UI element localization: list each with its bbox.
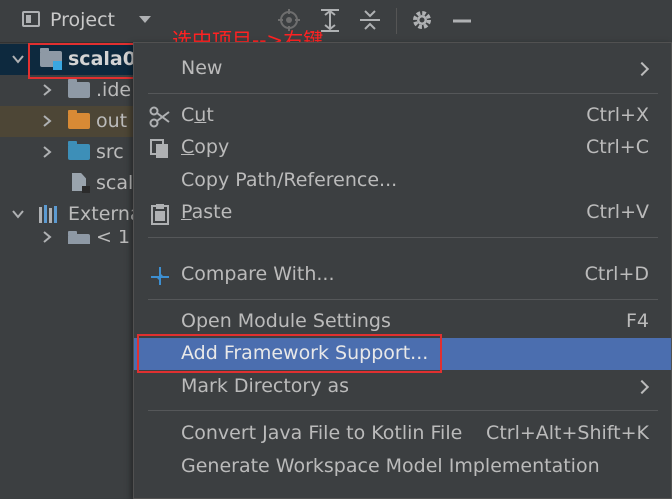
menu-shortcut: Ctrl+V <box>586 201 649 223</box>
menu-item-label: Compare With... <box>181 263 335 285</box>
menu-shortcut: Ctrl+D <box>584 263 649 285</box>
menu-item-mark-directory[interactable]: Mark Directory as <box>134 371 671 403</box>
scissors-icon <box>149 106 170 128</box>
menu-separator <box>148 93 658 94</box>
chevron-down-icon[interactable] <box>139 16 151 23</box>
folder-icon <box>68 231 90 244</box>
chevron-right-icon <box>634 61 650 77</box>
gear-icon[interactable] <box>410 8 434 32</box>
menu-item-cut[interactable]: Cut Ctrl+X <box>134 100 671 132</box>
menu-shortcut: Ctrl+Alt+Shift+K <box>486 422 649 444</box>
clipboard-icon <box>151 204 169 225</box>
menu-shortcut: Ctrl+X <box>586 104 649 126</box>
minimize-icon[interactable] <box>450 8 474 32</box>
menu-item-label: Convert Java File to Kotlin File <box>181 422 463 444</box>
menu-item-label: Generate Workspace Model Implementation <box>181 455 600 477</box>
menu-item-copy-path[interactable]: Copy Path/Reference... <box>134 165 671 197</box>
chevron-right-icon <box>634 379 650 395</box>
toolbar-divider <box>396 8 397 34</box>
tree-item-label: < 1 <box>96 230 131 244</box>
tree-item-label: .ide <box>96 79 132 101</box>
chevron-right-icon[interactable] <box>40 230 54 244</box>
menu-item-paste[interactable]: Paste Ctrl+V <box>134 197 671 229</box>
menu-item-workspace-model[interactable]: Generate Workspace Model Implementation <box>134 451 671 483</box>
chevron-down-icon[interactable] <box>11 52 25 66</box>
chevron-right-icon[interactable] <box>40 83 54 97</box>
menu-item-compare[interactable]: Compare With... Ctrl+D <box>134 259 671 291</box>
project-icon[interactable] <box>22 11 40 27</box>
menu-item-label: Mark Directory as <box>181 375 350 397</box>
library-icon <box>39 205 57 223</box>
menu-item-label: Copy <box>181 136 230 158</box>
menu-item-new[interactable]: New <box>134 53 671 85</box>
project-title[interactable]: Project <box>50 9 115 31</box>
folder-icon <box>68 79 90 98</box>
menu-item-convert-kotlin[interactable]: Convert Java File to Kotlin File Ctrl+Al… <box>134 418 671 450</box>
menu-shortcut: F4 <box>625 310 649 332</box>
collapse-all-icon[interactable] <box>358 8 382 32</box>
context-menu: New Cut Ctrl+X Copy Ctrl+C Copy Path/Ref… <box>133 42 672 499</box>
menu-separator <box>148 299 658 300</box>
tree-item-label: scal <box>96 172 134 194</box>
chevron-down-icon[interactable] <box>11 207 25 221</box>
tree-item-label: src <box>96 141 124 163</box>
menu-shortcut: Ctrl+C <box>586 136 649 158</box>
tree-item-label: Externa <box>68 203 142 225</box>
chevron-right-icon[interactable] <box>40 145 54 159</box>
folder-icon <box>68 141 90 160</box>
compare-arrows-icon <box>151 267 169 285</box>
menu-item-copy[interactable]: Copy Ctrl+C <box>134 132 671 164</box>
menu-item-label: Paste <box>181 201 233 223</box>
tree-item-label: out <box>96 110 128 132</box>
menu-separator <box>148 237 658 238</box>
copy-icon <box>150 139 168 158</box>
chevron-right-icon[interactable] <box>40 114 54 128</box>
highlight-box <box>137 334 442 373</box>
menu-item-label: Open Module Settings <box>181 310 391 332</box>
menu-separator <box>148 410 658 411</box>
menu-item-label: Cut <box>181 104 214 126</box>
menu-item-label: New <box>181 57 223 79</box>
menu-item-label: Copy Path/Reference... <box>181 169 398 191</box>
folder-icon <box>68 110 90 129</box>
file-badge-icon <box>82 186 90 193</box>
